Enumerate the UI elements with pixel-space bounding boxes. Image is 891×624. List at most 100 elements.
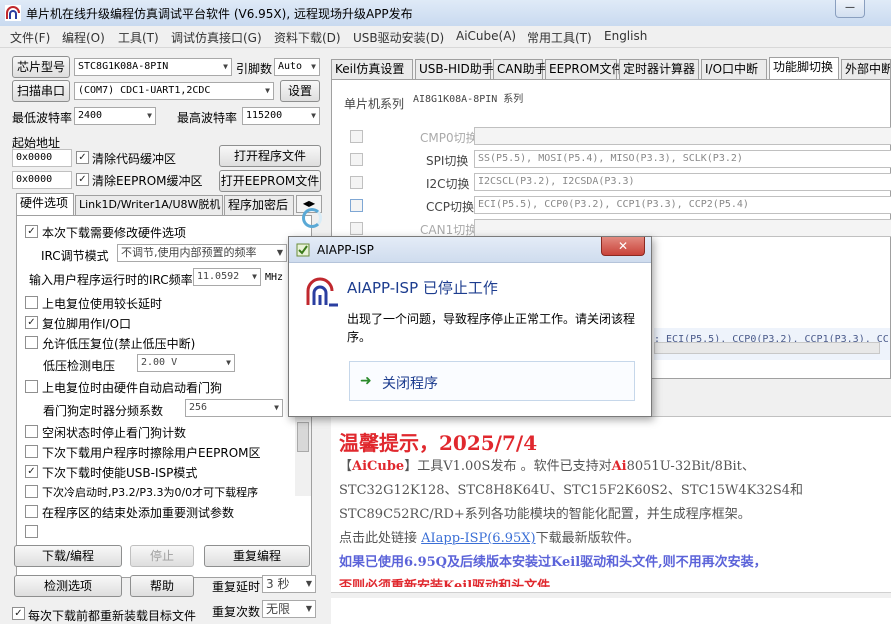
repeat-delay-label: 重复延时 [212, 580, 261, 594]
spi-checkbox[interactable] [350, 153, 363, 166]
tab-can[interactable]: CAN助手 [493, 59, 547, 79]
notice-line-1: 【AiCube】工具V1.00S发布 。软件已支持对Ai8051U-32Bit/… [339, 459, 755, 474]
pin-count-select[interactable]: Auto ▼ [274, 58, 320, 76]
close-program-button[interactable]: ➜ 关闭程序 [349, 361, 635, 401]
title-bar: 单片机在线升级编程仿真调试平台软件 (V6.95X), 远程现场升级APP发布 … [0, 0, 891, 26]
ccp-checkbox[interactable] [350, 199, 363, 212]
tab-external-interrupt[interactable]: 外部中断 [841, 59, 891, 79]
mcu-series-label: 单片机系列 [344, 97, 405, 111]
open-program-button[interactable]: 打开程序文件 [219, 145, 321, 167]
dialog-message: 出现了一个问题，导致程序停止正常工作。请关闭该程序。 [347, 312, 636, 344]
min-baud-label: 最低波特率 [12, 111, 73, 125]
download-link[interactable]: AIapp-ISP(6.95X) [421, 531, 535, 546]
reprogram-button[interactable]: 重复编程 [204, 545, 310, 567]
wdt-auto-checkbox[interactable] [25, 380, 38, 393]
idle-wdt-checkbox[interactable] [25, 425, 38, 438]
clear-code-checkbox[interactable]: ✓ [76, 151, 89, 164]
lvd-select[interactable]: 2.00 V ▼ [137, 354, 235, 372]
tab-hardware-options[interactable]: 硬件选项 [16, 193, 74, 215]
arrow-right-icon: ➜ [360, 373, 372, 389]
menu-tools[interactable]: 工具(T) [118, 29, 159, 46]
repeat-count-label: 重复次数 [212, 605, 261, 619]
chip-model-button[interactable]: 芯片型号 [12, 56, 70, 78]
detect-options-button[interactable]: 检测选项 [14, 575, 122, 597]
tab-usb-hid[interactable]: USB-HID助手 [415, 59, 494, 79]
i2c-checkbox[interactable] [350, 176, 363, 189]
spi-label: SPI切换 [426, 154, 469, 168]
spi-value[interactable]: SS(P5.5), MOSI(P5.4), MISO(P3.3), SCLK(P… [474, 150, 891, 168]
lvd-label: 低压检测电压 [43, 359, 116, 373]
app-icon [5, 5, 21, 21]
repeat-count-select[interactable]: 无限 ▼ [262, 600, 316, 618]
menu-aicube[interactable]: AiCube(A) [456, 29, 516, 43]
scrollbar-thumb[interactable] [297, 422, 309, 452]
clear-code-label: 清除代码缓冲区 [92, 152, 177, 166]
settings-button[interactable]: 设置 [280, 80, 320, 102]
reset-pin-label: 复位脚用作I/O口 [42, 317, 132, 331]
options-scrollbar[interactable] [295, 416, 311, 496]
dialog-close-x-button[interactable]: ✕ [601, 237, 645, 256]
clear-eeprom-checkbox[interactable]: ✓ [76, 173, 89, 186]
tab-timer[interactable]: 定时器计算器 [619, 59, 699, 79]
wdt-auto-label: 上电复位时由硬件自动启动看门狗 [42, 381, 223, 395]
cmp0-value[interactable] [474, 127, 891, 145]
can1-value[interactable] [474, 219, 891, 237]
cold-start-checkbox[interactable] [25, 485, 38, 498]
reload-checkbox[interactable]: ✓ [12, 607, 25, 620]
notice-scrollbar[interactable] [331, 592, 891, 598]
chip-model-select[interactable]: STC8G1K08A-8PIN ▼ [74, 58, 232, 76]
menu-debug-interface[interactable]: 调试仿真接口(G) [171, 29, 262, 46]
tab-eeprom[interactable]: EEPROM文件 [545, 59, 624, 79]
minimize-button[interactable]: — [835, 0, 865, 18]
mcu-series-value: AI8G1K08A-8PIN 系列 [410, 92, 890, 110]
menu-file[interactable]: 文件(F) [10, 29, 50, 46]
scan-port-button[interactable]: 扫描串口 [12, 80, 70, 102]
irc-freq-select[interactable]: 11.0592 ▼ [193, 268, 261, 286]
tab-offline-writer[interactable]: Link1D/Writer1A/U8W脱机 [75, 195, 223, 215]
eeprom-address-input[interactable]: 0x0000 [12, 171, 72, 189]
erase-eeprom-checkbox[interactable] [25, 445, 38, 458]
menu-downloads[interactable]: 资料下载(D) [274, 29, 341, 46]
menu-usb-driver[interactable]: USB驱动安装(D) [353, 29, 444, 46]
can1-checkbox[interactable] [350, 222, 363, 235]
help-button[interactable]: 帮助 [130, 575, 194, 597]
clear-eeprom-label: 清除EEPROM缓冲区 [92, 174, 203, 188]
tab-encryption[interactable]: 程序加密后 [224, 195, 294, 215]
add-params-checkbox[interactable] [25, 505, 38, 518]
tab-pin-switch[interactable]: 功能脚切换 [769, 57, 839, 79]
code-address-input[interactable]: 0x0000 [12, 149, 72, 167]
lvr-label: 允许低压复位(禁止低压中断) [42, 337, 196, 351]
chevron-down-icon: ▼ [226, 358, 231, 367]
menu-common-tools[interactable]: 常用工具(T) [527, 29, 592, 46]
cold-start-label: 下次冷启动时,P3.2/P3.3为0/0才可下载程序 [42, 486, 259, 499]
lvr-checkbox[interactable] [25, 336, 38, 349]
dialog-title-bar: AIAPP-ISP ✕ [289, 237, 651, 263]
wdt-div-select[interactable]: 256 ▼ [185, 399, 283, 417]
repeat-delay-select[interactable]: 3 秒 ▼ [262, 575, 316, 593]
reset-pin-checkbox[interactable]: ✓ [25, 316, 38, 329]
min-baud-select[interactable]: 2400 ▼ [74, 107, 156, 125]
modify-hw-checkbox[interactable]: ✓ [25, 225, 38, 238]
menu-english[interactable]: English [604, 29, 647, 43]
chevron-down-icon: ▼ [276, 248, 283, 257]
program-logo-icon [306, 277, 338, 307]
max-baud-select[interactable]: 115200 ▼ [242, 107, 320, 125]
stop-button[interactable]: 停止 [130, 545, 194, 567]
left-panel: 芯片型号 STC8G1K08A-8PIN ▼ 引脚数 Auto ▼ 扫描串口 (CO… [0, 48, 329, 624]
tab-keil[interactable]: Keil仿真设置 [331, 59, 413, 79]
usb-isp-checkbox[interactable]: ✓ [25, 465, 38, 478]
window-title: 单片机在线升级编程仿真调试平台软件 (V6.95X), 远程现场升级APP发布 [26, 7, 413, 21]
tab-io-interrupt[interactable]: I/O口中断 [701, 59, 767, 79]
i2c-value[interactable]: I2CSCL(P3.2), I2CSDA(P3.3) [474, 173, 891, 191]
erase-eeprom-label: 下次下载用户程序时擦除用户EEPROM区 [42, 446, 261, 460]
menu-program[interactable]: 编程(O) [62, 29, 105, 46]
long-delay-checkbox[interactable] [25, 296, 38, 309]
download-button[interactable]: 下载/编程 [14, 545, 122, 567]
irc-mode-select[interactable]: 不调节,使用内部预置的频率 ▼ [117, 244, 287, 262]
open-eeprom-button[interactable]: 打开EEPROM文件 [219, 170, 321, 192]
cmp0-checkbox[interactable] [350, 130, 363, 143]
notice-line-2: STC32G12K128、STC8H8K64U、STC15F2K60S2、STC… [339, 483, 804, 498]
extra-option-checkbox[interactable] [25, 525, 38, 538]
ccp-value[interactable]: ECI(P5.5), CCP0(P3.2), CCP1(P3.3), CCP2(… [474, 196, 891, 214]
port-select[interactable]: (COM7) CDC1-UART1,2CDC ▼ [74, 82, 274, 100]
